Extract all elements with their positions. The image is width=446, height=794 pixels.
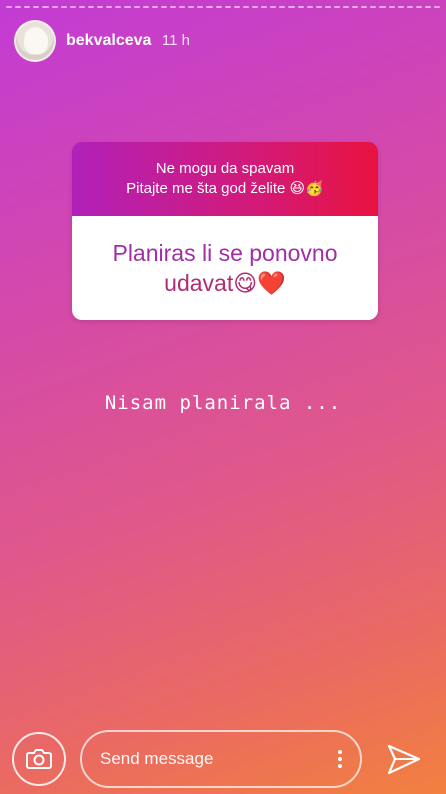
prompt-line-1: Ne mogu da spavam: [155, 160, 295, 177]
story-header: bekvalceva 11 h: [14, 20, 190, 62]
question-sticker[interactable]: Ne mogu da spavam Pitajte me šta god žel…: [72, 142, 378, 320]
story-answer-text: Nisam planirala ...: [104, 392, 342, 414]
send-message-input[interactable]: Send message: [80, 730, 362, 788]
camera-icon: [26, 749, 52, 769]
more-vertical-icon[interactable]: [338, 750, 342, 768]
reply-bar: Send message: [0, 728, 446, 794]
send-message-placeholder: Send message: [100, 749, 214, 768]
story-progress-bar: [6, 6, 441, 8]
send-icon[interactable]: [386, 742, 422, 778]
camera-button[interactable]: [12, 732, 66, 786]
username[interactable]: bekvalceva: [66, 32, 151, 49]
question-text: Planiras li se ponovno udavat😋❤️: [72, 216, 378, 320]
question-prompt: Ne mogu da spavam Pitajte me šta god žel…: [72, 142, 378, 216]
prompt-line-2: Pitajte me šta god želite 😆🥳: [126, 180, 324, 197]
question-line-1: Planiras li se ponovno: [112, 240, 338, 266]
post-time: 11 h: [161, 32, 190, 49]
avatar[interactable]: [14, 20, 56, 62]
question-line-2: udavat😋❤️: [164, 270, 286, 296]
